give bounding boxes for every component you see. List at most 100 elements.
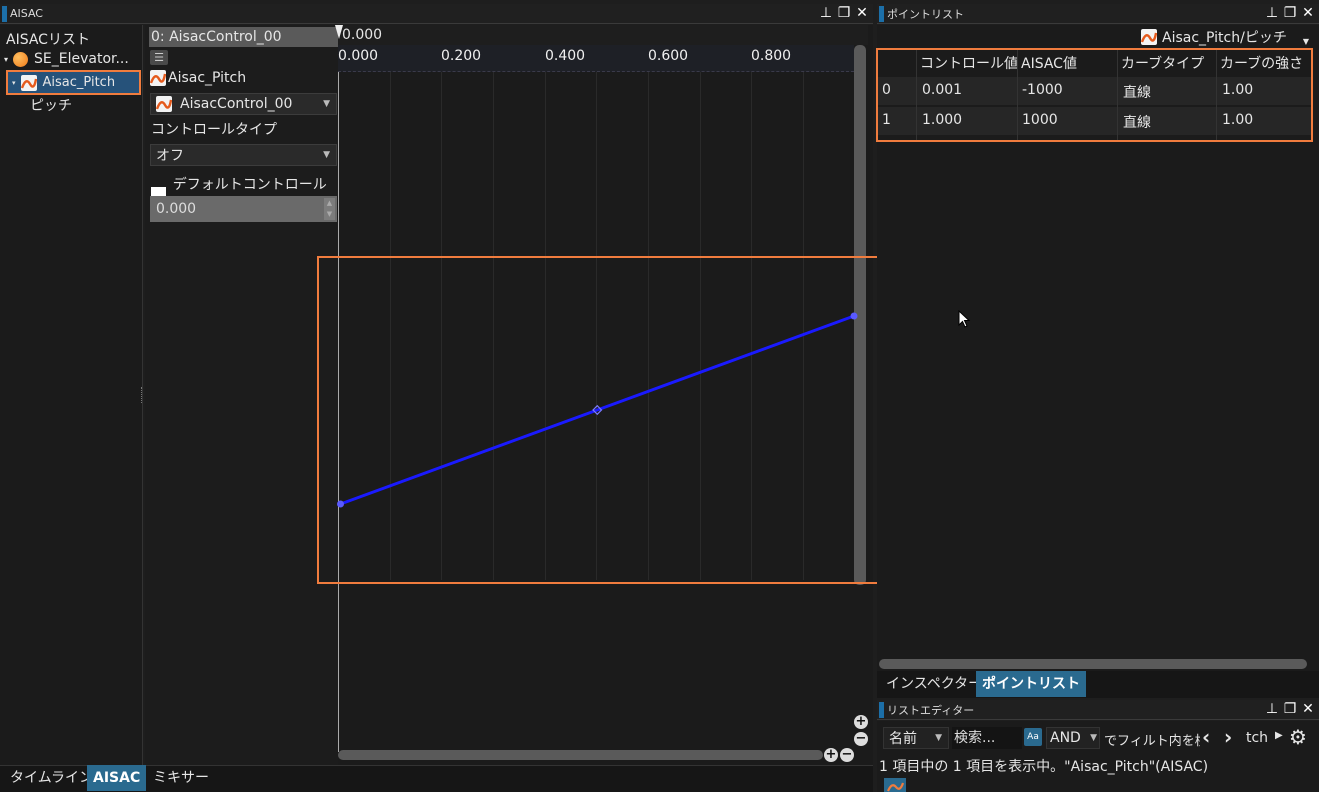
nav-text: tch (1246, 730, 1269, 746)
cell-aisac[interactable]: 1000 (1022, 112, 1058, 128)
pointlist-target[interactable]: Aisac_Pitch/ピッチ ▼ (1141, 27, 1309, 47)
default-control-value: 0.000 (156, 201, 197, 217)
filter-text[interactable]: でフィルト内を検 (1104, 730, 1200, 749)
column-divider (1216, 50, 1217, 140)
prop-name: Aisac_Pitch (168, 70, 247, 86)
cue-sphere-icon (13, 51, 29, 67)
pin-icon[interactable]: ⊥ (819, 6, 833, 20)
column-divider (1017, 50, 1018, 140)
play-arrow-icon[interactable]: ▶ (1275, 730, 1283, 741)
tab-mixer[interactable]: ミキサー (147, 765, 215, 791)
x-tick-label: 0.600 (648, 48, 689, 64)
chevron-down-icon: ▼ (323, 150, 330, 160)
table-row[interactable]: 1 1.000 1000 直線 1.00 (878, 107, 1311, 135)
cell-curve-strength[interactable]: 1.00 (1222, 112, 1253, 128)
tab-aisac[interactable]: AISAC (87, 765, 147, 791)
close-icon[interactable]: ✕ (1301, 6, 1315, 20)
float-window-icon[interactable]: ❐ (1283, 702, 1297, 716)
tab-point-list[interactable]: ポイントリスト (976, 671, 1086, 697)
column-header[interactable]: AISAC値 (1021, 53, 1077, 73)
spinner-arrows-icon[interactable]: ▲ ▼ (324, 198, 335, 220)
horizontal-scrollbar[interactable] (338, 750, 823, 760)
cell-curve-type[interactable]: 直線 (1123, 112, 1151, 132)
chevron-down-icon[interactable]: ▼ (1303, 37, 1309, 46)
pointlist-window-titlebar: ポイントリスト ⊥ ❐ ✕ (877, 4, 1319, 24)
float-window-icon[interactable]: ❐ (1283, 6, 1297, 20)
table-row[interactable]: 0 0.001 -1000 直線 1.00 (878, 77, 1311, 105)
control-dropdown[interactable]: AisacControl_00 ▼ (150, 93, 337, 115)
control-type-dropdown[interactable]: オフ ▼ (150, 144, 337, 166)
aisac-icon (20, 74, 37, 91)
tree-item-aisac-pitch[interactable]: ▾ Aisac_Pitch (6, 70, 141, 95)
point-list-table: コントロール値 AISAC値 カーブタイプ カーブの強さ 0 0.001 -10… (876, 48, 1313, 142)
aisac-window-titlebar: AISAC ⊥ ❐ ✕ (0, 4, 873, 24)
and-dropdown-value: AND (1050, 730, 1081, 746)
column-header[interactable]: コントロール値 (920, 53, 1018, 73)
x-tick-label: 0.400 (545, 48, 586, 64)
aisac-tree-panel: AISACリスト ▾ SE_Elevator... ▾ Aisac_Pitch … (0, 25, 143, 765)
tree-header: AISACリスト (6, 32, 90, 48)
cell-curve-type[interactable]: 直線 (1123, 82, 1151, 102)
titlebar-accent (879, 6, 884, 22)
cell-aisac[interactable]: -1000 (1022, 82, 1063, 98)
column-header[interactable]: カーブタイプ (1121, 53, 1204, 73)
search-input[interactable]: 検索... (952, 727, 1022, 749)
prev-icon[interactable]: ‹ (1202, 725, 1210, 749)
aisac-icon (884, 778, 906, 792)
pointlist-target-label: Aisac_Pitch/ピッチ (1162, 30, 1287, 46)
x-tick-label: 0.800 (751, 48, 792, 64)
row-index: 1 (882, 112, 891, 128)
and-dropdown[interactable]: AND ▼ (1046, 727, 1100, 749)
list-editor-status: 1 項目中の 1 項目を表示中。"Aisac_Pitch"(AISAC) (879, 759, 1209, 775)
column-header[interactable]: カーブの強さ (1220, 53, 1303, 73)
aisac-icon (150, 70, 166, 86)
titlebar-accent (879, 702, 884, 718)
list-editor-title: リストエディター (887, 703, 975, 717)
chevron-down-icon: ▼ (1090, 733, 1097, 743)
name-dropdown-value: 名前 (889, 731, 917, 747)
aisac-properties-panel: 0: AisacControl_00 ☰ Aisac_Pitch AisacCo… (145, 25, 338, 765)
aisac-window-title: AISAC (10, 7, 43, 20)
expand-arrow-icon[interactable]: ▾ (12, 79, 16, 87)
float-window-icon[interactable]: ❐ (837, 6, 851, 20)
prop-name-row: Aisac_Pitch (150, 70, 246, 86)
list-editor-titlebar: リストエディター ⊥ ❐ ✕ (877, 700, 1319, 720)
close-icon[interactable]: ✕ (855, 6, 869, 20)
mouse-cursor-icon (958, 310, 971, 328)
pointlist-window-title: ポイントリスト (887, 7, 964, 21)
control-type-label: コントロールタイプ (151, 122, 277, 138)
cell-control[interactable]: 1.000 (922, 112, 962, 128)
search-placeholder: 検索... (954, 730, 996, 746)
curve-highlight-box (317, 256, 881, 584)
control-dropdown-value: AisacControl_00 (180, 96, 293, 112)
pin-icon[interactable]: ⊥ (1265, 702, 1279, 716)
tab-inspector[interactable]: インスペクター (880, 671, 988, 697)
h-zoom-in-icon[interactable]: + (824, 748, 838, 762)
name-field-dropdown[interactable]: 名前 ▼ (883, 727, 949, 749)
control-selector-bar[interactable]: 0: AisacControl_00 (149, 27, 338, 47)
chevron-down-icon: ▼ (935, 733, 942, 743)
close-icon[interactable]: ✕ (1301, 702, 1315, 716)
timeline-ruler[interactable] (338, 25, 868, 45)
menu-icon[interactable]: ☰ (150, 50, 168, 65)
gear-icon[interactable]: ⚙ (1289, 725, 1307, 749)
column-divider (1117, 50, 1118, 140)
pointlist-hscrollbar[interactable] (879, 659, 1307, 669)
default-control-input[interactable]: 0.000 ▲ ▼ (150, 196, 337, 222)
zoom-in-icon[interactable]: + (854, 715, 868, 729)
tree-item-se-elevator[interactable]: ▾ SE_Elevator... (4, 51, 129, 67)
cell-control[interactable]: 0.001 (922, 82, 962, 98)
cell-curve-strength[interactable]: 1.00 (1222, 82, 1253, 98)
pin-icon[interactable]: ⊥ (1265, 6, 1279, 20)
expand-arrow-icon[interactable]: ▾ (4, 55, 8, 64)
h-zoom-out-icon[interactable]: − (840, 748, 854, 762)
x-tick-label: 0.000 (338, 48, 379, 64)
case-sensitive-button[interactable]: Aa (1024, 728, 1042, 746)
control-type-value: オフ (156, 148, 184, 164)
titlebar-accent (2, 6, 7, 22)
tab-timeline[interactable]: タイムライン (4, 765, 99, 791)
control-selector-label: 0: AisacControl_00 (151, 29, 282, 45)
next-icon[interactable]: › (1224, 725, 1232, 749)
zoom-out-icon[interactable]: − (854, 732, 868, 746)
tree-item-pitch[interactable]: ピッチ (30, 95, 72, 115)
